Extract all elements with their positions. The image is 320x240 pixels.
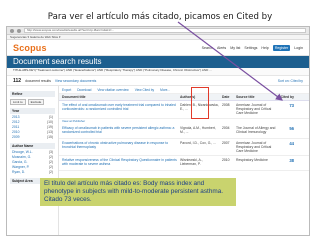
cited-by-count[interactable]: 38 — [278, 158, 294, 168]
citation-overview-link[interactable]: View citation overview — [97, 88, 128, 92]
cited-by-count[interactable]: 56 — [278, 126, 294, 136]
results-summary: 112 document results View secondary docu… — [7, 76, 309, 86]
document-authors[interactable]: Pavord, I.D., Cox, G., ... — [180, 141, 222, 154]
slide-heading: Para ver el artículo más citado, picamos… — [47, 12, 273, 22]
nav-settings[interactable]: Settings — [244, 46, 257, 50]
col-source[interactable]: Source title — [236, 95, 278, 99]
results-toolbar: Export Download View citation overview V… — [59, 86, 309, 94]
document-source[interactable]: American Journal of Respiratory and Crit… — [236, 103, 278, 116]
year-facet-item[interactable]: 2009 (15) — [10, 135, 55, 140]
limit-to-button[interactable]: Limit to — [10, 99, 26, 105]
nav-my-list[interactable]: My list — [230, 46, 240, 50]
nav-links: Search Alerts My list Settings Help Regi… — [202, 44, 303, 51]
document-authors[interactable]: Wisniewski, A., Lieberman, P. — [180, 158, 222, 168]
cited-by-count[interactable]: 73 — [278, 103, 294, 116]
exclude-button[interactable]: Exclude — [27, 99, 45, 105]
page-title: Document search results — [7, 56, 309, 68]
document-title-link[interactable]: Relative responsiveness of the Clinical … — [62, 158, 180, 168]
table-row: Exacerbations of chronic obstructive pul… — [59, 139, 309, 157]
back-icon[interactable] — [10, 28, 14, 33]
scopus-top-nav: Scopus Search Alerts My list Settings He… — [7, 40, 309, 56]
table-row: Relative responsiveness of the Clinical … — [59, 156, 309, 172]
cited-by-highlight-box — [191, 87, 209, 119]
results-table: Export Download View citation overview V… — [59, 86, 309, 235]
results-label: document results — [25, 78, 51, 83]
sort-selector[interactable]: Sort on: Cited by — [278, 79, 303, 83]
nav-search[interactable]: Search — [202, 46, 213, 50]
refine-sidebar: Refine Limit to Exclude Year 2013 (1) 201… — [7, 86, 59, 235]
search-query: TITLE-ABS-KEY("Treatment outcome") AND (… — [7, 68, 309, 76]
document-year: 2008 — [222, 103, 230, 107]
col-title[interactable]: Document title — [62, 95, 180, 99]
table-row: Efficacy of omalizumab in patients with … — [59, 124, 309, 139]
document-source[interactable]: American Journal of Respiratory and Crit… — [236, 141, 278, 154]
login-link[interactable]: Login — [294, 46, 303, 50]
document-authors[interactable]: Vignola, A.M., Humbert, M., ... — [180, 126, 222, 136]
document-year: 2007 — [222, 140, 230, 145]
document-title-link[interactable]: Efficacy of omalizumab in patients with … — [62, 126, 180, 136]
export-link[interactable]: Export — [62, 88, 71, 92]
table-header: Document title Author(s) Date Source tit… — [59, 94, 309, 101]
view-secondary-link[interactable]: View secondary documents — [55, 79, 96, 83]
table-row: The effect of oral omalizumab over early… — [59, 101, 309, 119]
document-source[interactable]: Respiratory Medicine — [236, 158, 278, 168]
nav-alerts[interactable]: Alerts — [217, 46, 226, 50]
browser-toolbar: http://www.scopus.com/results/results.ur… — [7, 27, 309, 35]
document-title-link[interactable]: Exacerbations of chronic obstructive pul… — [62, 141, 180, 154]
results-count: 112 — [13, 77, 22, 84]
document-title-link[interactable]: The effect of oral omalizumab over early… — [62, 103, 180, 116]
col-year[interactable]: Date — [222, 95, 236, 99]
more-link[interactable]: More... — [160, 88, 170, 92]
author-facet-item[interactable]: Dhooge, W.L. (3) — [10, 149, 55, 154]
refine-heading: Refine — [10, 91, 55, 97]
view-cited-by-link[interactable]: View Cited by — [135, 88, 154, 92]
address-bar[interactable]: http://www.scopus.com/results/results.ur… — [24, 28, 306, 33]
cited-by-count[interactable]: 44 — [278, 141, 294, 154]
nav-help[interactable]: Help — [261, 46, 268, 50]
col-cited-by[interactable]: Cited by — [278, 95, 294, 99]
explanation-callout: El título del artículo más citado es: Bo… — [40, 178, 236, 206]
document-source[interactable]: The Journal of Allergy and Clinical Immu… — [236, 126, 278, 136]
download-link[interactable]: Download — [77, 88, 91, 92]
author-facet-item[interactable]: Ryan, D. (2) — [10, 170, 55, 175]
forward-icon[interactable] — [17, 28, 21, 33]
document-year: 2010 — [222, 158, 230, 163]
register-button[interactable]: Register — [272, 44, 291, 51]
scopus-logo[interactable]: Scopus — [13, 43, 47, 53]
document-year: 2004 — [222, 125, 230, 130]
